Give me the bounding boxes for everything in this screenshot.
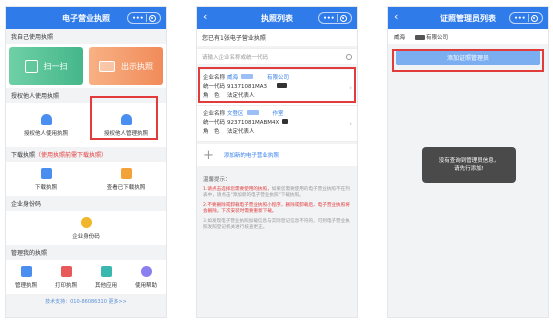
chevron-right-icon: › bbox=[349, 120, 352, 128]
gear-icon bbox=[20, 266, 32, 277]
show-license-label: 出示执照 bbox=[121, 61, 153, 71]
scan-button[interactable]: 扫一扫 bbox=[9, 47, 83, 85]
help-label: 使用帮助 bbox=[134, 283, 157, 289]
download-icon bbox=[40, 168, 52, 179]
help-icon bbox=[140, 266, 152, 277]
phone-screen-manager-list: ‹ 证照管理员列表 ••• 威海 有限公司 添加证照管理员 没有查询到管理员信息，… bbox=[387, 6, 549, 318]
manage-license-button[interactable]: 管理执照 bbox=[6, 260, 46, 294]
section-title: 下载执照（使用执照前需下载执照） bbox=[6, 147, 166, 162]
search-placeholder: 请输入企业名称或统一代码 bbox=[202, 54, 269, 61]
highlight-box bbox=[90, 96, 158, 140]
redaction bbox=[415, 34, 426, 40]
mini-program-capsule[interactable]: ••• bbox=[127, 12, 161, 24]
nav-bar: ‹ 证照管理员列表 ••• bbox=[388, 7, 548, 29]
other-apps-button[interactable]: 其他应用 bbox=[86, 260, 126, 294]
company-suffix: 有限公司 bbox=[426, 34, 449, 41]
page-title: 电子营业执照 bbox=[62, 13, 110, 23]
field-key: 统一代码 bbox=[203, 120, 226, 126]
other-apps-label: 其他应用 bbox=[94, 283, 117, 289]
close-circle-icon[interactable] bbox=[148, 14, 156, 22]
back-icon[interactable]: ‹ bbox=[394, 10, 398, 23]
mini-program-capsule[interactable]: ••• bbox=[509, 12, 543, 24]
toast-message: 没有查询到管理员信息， 请先行添加! bbox=[422, 147, 516, 183]
show-license-button[interactable]: 出示执照 bbox=[89, 47, 163, 85]
tip-3: 3.如发现电子营业执照加载信息与实际登记信息不符的，可到电子营业执照发照登记机关… bbox=[203, 218, 350, 231]
help-button[interactable]: 使用帮助 bbox=[126, 260, 166, 294]
manage-label: 管理执照 bbox=[14, 283, 37, 289]
toast-line-2: 请先行添加! bbox=[454, 166, 484, 172]
toast-line-1: 没有查询到管理员信息， bbox=[438, 158, 500, 164]
highlight-box bbox=[198, 67, 356, 103]
more-icon[interactable]: ••• bbox=[514, 15, 526, 22]
unified-code: 92371081MABM4X bbox=[227, 120, 280, 126]
scan-label: 扫一扫 bbox=[43, 61, 68, 71]
phone-screen-home: 电子营业执照 ••• 我自己使用执照 扫一扫 出示执照 授权他人使用执照 授权他… bbox=[5, 6, 167, 318]
company-row: 威海 有限公司 bbox=[388, 29, 548, 44]
tips-title: 温馨提示： bbox=[203, 177, 231, 183]
download-section-label: 下载执照 bbox=[11, 152, 36, 159]
auth-use-button[interactable]: 授权他人使用执照 bbox=[6, 103, 86, 147]
self-use-panel: 扫一扫 出示执照 bbox=[6, 44, 166, 88]
role: 法定代表人 bbox=[227, 129, 255, 135]
page-title: 证照管理员列表 bbox=[440, 13, 496, 23]
nav-bar: 电子营业执照 ••• bbox=[6, 7, 166, 29]
company-suffix: 作室 bbox=[272, 111, 284, 117]
field-key: 企业名称 bbox=[203, 111, 226, 117]
highlight-box bbox=[392, 49, 544, 72]
back-icon[interactable]: ‹ bbox=[203, 10, 207, 23]
section-title: 管理我的执照 bbox=[6, 245, 166, 260]
nav-bar: ‹ 执照列表 ••• bbox=[197, 7, 357, 29]
printer-icon bbox=[60, 266, 72, 277]
phone-screen-license-list: ‹ 执照列表 ••• 您已有1张电子营业执照 请输入企业名称或统一代码 企业名称… bbox=[196, 6, 358, 318]
close-circle-icon[interactable] bbox=[530, 14, 538, 22]
owned-count: 您已有1张电子营业执照 bbox=[197, 29, 357, 46]
field-key: 角 色 bbox=[203, 129, 220, 135]
more-icon[interactable]: ••• bbox=[132, 15, 144, 22]
search-icon[interactable] bbox=[346, 53, 352, 60]
section-title: 企业身份码 bbox=[6, 196, 166, 211]
tip-1: 1.请点击选择您需要使用的执照，如果您需要使用的电子营业执照不在列表中，请点击"… bbox=[203, 187, 351, 200]
tip-1-highlight: 1.请点击选择您需要使用的执照， bbox=[203, 186, 272, 192]
section-title: 我自己使用执照 bbox=[6, 29, 166, 44]
id-code-panel: 企业身份码 bbox=[6, 211, 166, 245]
manage-panel: 管理执照 打印执照 其他应用 使用帮助 bbox=[6, 260, 166, 294]
document-icon bbox=[120, 168, 132, 179]
auth-use-label: 授权他人使用执照 bbox=[23, 131, 68, 137]
add-license-label: 添加新的电子营业执照 bbox=[223, 153, 279, 159]
company-name: 有限公司 bbox=[415, 33, 448, 41]
tip-2: 2.不要删除或卸载电子营业执照小程序，删除或卸载后，电子营业执照将会删除，下次安… bbox=[203, 202, 350, 215]
search-input[interactable]: 请输入企业名称或统一代码 bbox=[197, 48, 357, 64]
more-icon[interactable]: ••• bbox=[323, 15, 335, 22]
view-downloaded-button[interactable]: 查看已下载执照 bbox=[86, 162, 166, 196]
download-note: （使用执照前需下载执照） bbox=[35, 152, 108, 159]
support-footer[interactable]: 技术支持：010-86086310 更多>> bbox=[6, 294, 166, 305]
person-icon bbox=[40, 114, 52, 125]
page-title: 执照列表 bbox=[261, 13, 293, 23]
download-label: 下载执照 bbox=[34, 185, 57, 191]
tips-panel: 温馨提示： 1.请点击选择您需要使用的执照，如果您需要使用的电子营业执照不在列表… bbox=[197, 172, 357, 240]
add-license-button[interactable]: + 添加新的电子营业执照 bbox=[197, 144, 357, 166]
license-item[interactable]: 企业名称 文登区 作室 统一代码 92371081MABM4X 角 色 法定代表人 › bbox=[197, 106, 357, 142]
mini-program-capsule[interactable]: ••• bbox=[318, 12, 352, 24]
print-label: 打印执照 bbox=[54, 283, 77, 289]
redaction bbox=[246, 110, 259, 115]
close-circle-icon[interactable] bbox=[339, 14, 347, 22]
id-code-button[interactable]: 企业身份码 bbox=[6, 211, 166, 245]
card-icon bbox=[99, 60, 115, 72]
company-prefix: 威海 bbox=[394, 34, 406, 41]
download-button[interactable]: 下载执照 bbox=[6, 162, 86, 196]
print-license-button[interactable]: 打印执照 bbox=[46, 260, 86, 294]
shield-icon bbox=[80, 217, 92, 228]
plus-icon: + bbox=[203, 147, 214, 163]
company-name: 文登区 bbox=[227, 111, 244, 117]
grid-icon bbox=[100, 266, 112, 277]
redaction bbox=[282, 119, 289, 124]
id-code-label: 企业身份码 bbox=[72, 234, 100, 240]
view-downloaded-label: 查看已下载执照 bbox=[106, 185, 146, 191]
download-panel: 下载执照 查看已下载执照 bbox=[6, 162, 166, 196]
scan-icon bbox=[24, 59, 38, 73]
